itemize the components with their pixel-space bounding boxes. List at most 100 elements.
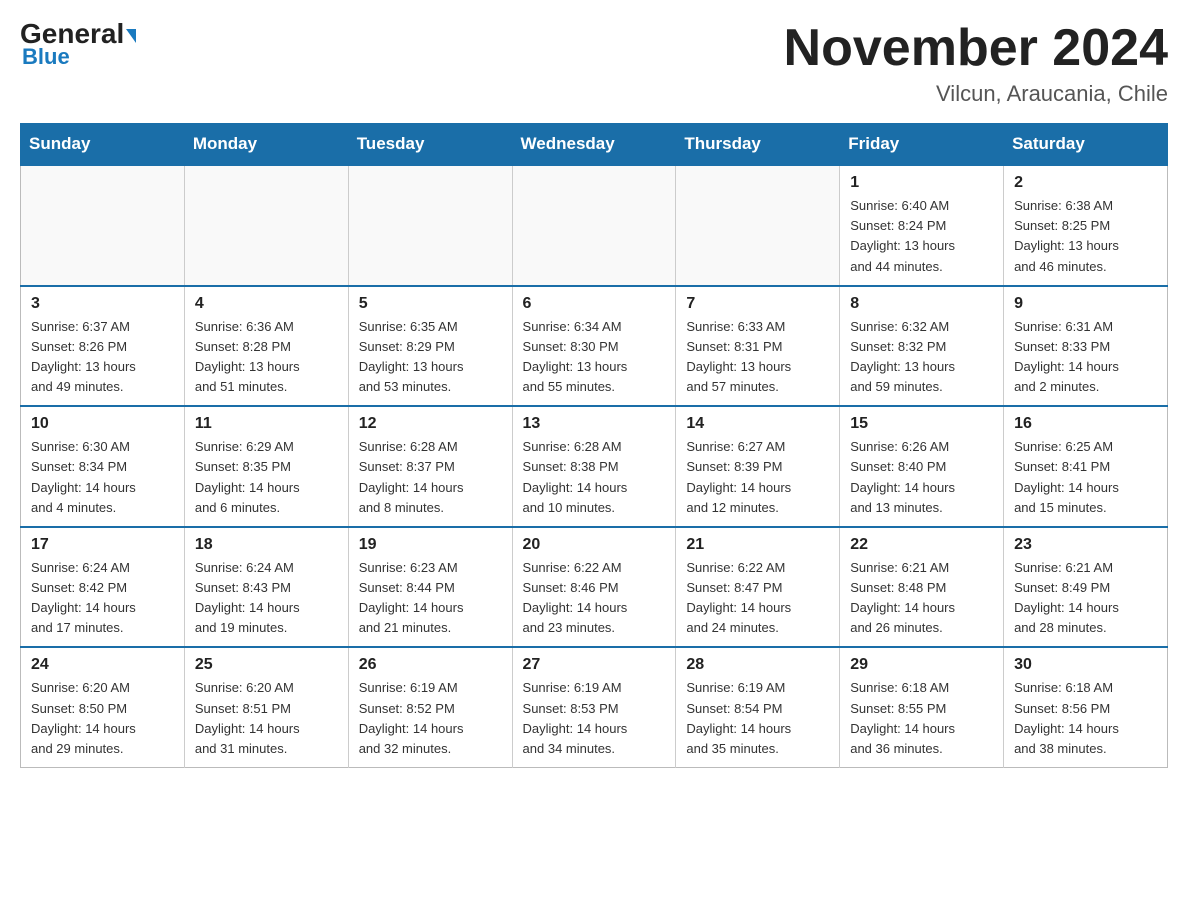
month-title: November 2024 xyxy=(784,20,1168,77)
calendar-cell xyxy=(184,165,348,286)
calendar-cell xyxy=(21,165,185,286)
logo-triangle-icon xyxy=(126,29,136,43)
day-info: Sunrise: 6:24 AM Sunset: 8:42 PM Dayligh… xyxy=(31,558,174,639)
calendar-cell: 13 Sunrise: 6:28 AM Sunset: 8:38 PM Dayli… xyxy=(512,406,676,527)
day-number: 29 xyxy=(850,656,993,674)
day-number: 13 xyxy=(523,415,666,433)
day-info: Sunrise: 6:35 AM Sunset: 8:29 PM Dayligh… xyxy=(359,317,502,398)
calendar-cell: 21 Sunrise: 6:22 AM Sunset: 8:47 PM Dayli… xyxy=(676,527,840,648)
calendar-cell: 25 Sunrise: 6:20 AM Sunset: 8:51 PM Dayli… xyxy=(184,647,348,767)
day-info: Sunrise: 6:33 AM Sunset: 8:31 PM Dayligh… xyxy=(686,317,829,398)
calendar-cell: 29 Sunrise: 6:18 AM Sunset: 8:55 PM Dayli… xyxy=(840,647,1004,767)
day-number: 24 xyxy=(31,656,174,674)
calendar-cell xyxy=(348,165,512,286)
day-info: Sunrise: 6:26 AM Sunset: 8:40 PM Dayligh… xyxy=(850,437,993,518)
day-number: 15 xyxy=(850,415,993,433)
col-header-saturday: Saturday xyxy=(1004,124,1168,166)
day-number: 9 xyxy=(1014,295,1157,313)
calendar-week-5: 24 Sunrise: 6:20 AM Sunset: 8:50 PM Dayli… xyxy=(21,647,1168,767)
day-number: 18 xyxy=(195,536,338,554)
day-number: 25 xyxy=(195,656,338,674)
day-number: 12 xyxy=(359,415,502,433)
day-info: Sunrise: 6:28 AM Sunset: 8:38 PM Dayligh… xyxy=(523,437,666,518)
day-info: Sunrise: 6:20 AM Sunset: 8:51 PM Dayligh… xyxy=(195,678,338,759)
calendar-cell: 27Sunrise: 6:19 AM Sunset: 8:53 PM Dayli… xyxy=(512,647,676,767)
day-info: Sunrise: 6:24 AM Sunset: 8:43 PM Dayligh… xyxy=(195,558,338,639)
calendar-cell: 11 Sunrise: 6:29 AM Sunset: 8:35 PM Dayli… xyxy=(184,406,348,527)
day-number: 8 xyxy=(850,295,993,313)
day-info: Sunrise: 6:31 AM Sunset: 8:33 PM Dayligh… xyxy=(1014,317,1157,398)
calendar-cell: 16 Sunrise: 6:25 AM Sunset: 8:41 PM Dayli… xyxy=(1004,406,1168,527)
day-number: 14 xyxy=(686,415,829,433)
calendar-cell: 12 Sunrise: 6:28 AM Sunset: 8:37 PM Dayli… xyxy=(348,406,512,527)
calendar-cell: 14 Sunrise: 6:27 AM Sunset: 8:39 PM Dayli… xyxy=(676,406,840,527)
calendar-header-row: SundayMondayTuesdayWednesdayThursdayFrid… xyxy=(21,124,1168,166)
calendar-cell xyxy=(676,165,840,286)
day-info: Sunrise: 6:19 AM Sunset: 8:52 PM Dayligh… xyxy=(359,678,502,759)
day-number: 10 xyxy=(31,415,174,433)
calendar-cell: 4Sunrise: 6:36 AM Sunset: 8:28 PM Daylig… xyxy=(184,286,348,407)
calendar-cell: 22 Sunrise: 6:21 AM Sunset: 8:48 PM Dayli… xyxy=(840,527,1004,648)
calendar-table: SundayMondayTuesdayWednesdayThursdayFrid… xyxy=(20,123,1168,768)
day-number: 26 xyxy=(359,656,502,674)
page-header: General Blue November 2024 Vilcun, Arauc… xyxy=(20,20,1168,107)
logo: General Blue xyxy=(20,20,136,70)
day-info: Sunrise: 6:23 AM Sunset: 8:44 PM Dayligh… xyxy=(359,558,502,639)
day-number: 2 xyxy=(1014,174,1157,192)
day-number: 6 xyxy=(523,295,666,313)
day-number: 21 xyxy=(686,536,829,554)
day-info: Sunrise: 6:21 AM Sunset: 8:49 PM Dayligh… xyxy=(1014,558,1157,639)
day-number: 4 xyxy=(195,295,338,313)
calendar-cell: 9 Sunrise: 6:31 AM Sunset: 8:33 PM Daylig… xyxy=(1004,286,1168,407)
day-info: Sunrise: 6:21 AM Sunset: 8:48 PM Dayligh… xyxy=(850,558,993,639)
col-header-wednesday: Wednesday xyxy=(512,124,676,166)
day-number: 23 xyxy=(1014,536,1157,554)
calendar-cell: 5 Sunrise: 6:35 AM Sunset: 8:29 PM Daylig… xyxy=(348,286,512,407)
logo-blue: Blue xyxy=(22,44,70,70)
calendar-cell: 20Sunrise: 6:22 AM Sunset: 8:46 PM Dayli… xyxy=(512,527,676,648)
day-number: 30 xyxy=(1014,656,1157,674)
day-info: Sunrise: 6:30 AM Sunset: 8:34 PM Dayligh… xyxy=(31,437,174,518)
day-info: Sunrise: 6:34 AM Sunset: 8:30 PM Dayligh… xyxy=(523,317,666,398)
day-info: Sunrise: 6:38 AM Sunset: 8:25 PM Dayligh… xyxy=(1014,196,1157,277)
day-number: 19 xyxy=(359,536,502,554)
col-header-thursday: Thursday xyxy=(676,124,840,166)
day-info: Sunrise: 6:37 AM Sunset: 8:26 PM Dayligh… xyxy=(31,317,174,398)
day-info: Sunrise: 6:19 AM Sunset: 8:54 PM Dayligh… xyxy=(686,678,829,759)
calendar-cell: 30 Sunrise: 6:18 AM Sunset: 8:56 PM Dayli… xyxy=(1004,647,1168,767)
day-info: Sunrise: 6:29 AM Sunset: 8:35 PM Dayligh… xyxy=(195,437,338,518)
day-info: Sunrise: 6:28 AM Sunset: 8:37 PM Dayligh… xyxy=(359,437,502,518)
day-info: Sunrise: 6:18 AM Sunset: 8:56 PM Dayligh… xyxy=(1014,678,1157,759)
calendar-week-1: 1Sunrise: 6:40 AM Sunset: 8:24 PM Daylig… xyxy=(21,165,1168,286)
calendar-cell: 28 Sunrise: 6:19 AM Sunset: 8:54 PM Dayli… xyxy=(676,647,840,767)
day-number: 7 xyxy=(686,295,829,313)
col-header-sunday: Sunday xyxy=(21,124,185,166)
day-info: Sunrise: 6:19 AM Sunset: 8:53 PM Dayligh… xyxy=(523,678,666,759)
calendar-cell: 18 Sunrise: 6:24 AM Sunset: 8:43 PM Dayli… xyxy=(184,527,348,648)
calendar-week-3: 10 Sunrise: 6:30 AM Sunset: 8:34 PM Dayli… xyxy=(21,406,1168,527)
calendar-cell: 19 Sunrise: 6:23 AM Sunset: 8:44 PM Dayli… xyxy=(348,527,512,648)
calendar-cell: 7 Sunrise: 6:33 AM Sunset: 8:31 PM Daylig… xyxy=(676,286,840,407)
day-number: 17 xyxy=(31,536,174,554)
day-number: 16 xyxy=(1014,415,1157,433)
calendar-cell xyxy=(512,165,676,286)
location-title: Vilcun, Araucania, Chile xyxy=(784,81,1168,107)
day-info: Sunrise: 6:22 AM Sunset: 8:47 PM Dayligh… xyxy=(686,558,829,639)
day-info: Sunrise: 6:20 AM Sunset: 8:50 PM Dayligh… xyxy=(31,678,174,759)
day-info: Sunrise: 6:25 AM Sunset: 8:41 PM Dayligh… xyxy=(1014,437,1157,518)
day-number: 28 xyxy=(686,656,829,674)
calendar-cell: 23 Sunrise: 6:21 AM Sunset: 8:49 PM Dayli… xyxy=(1004,527,1168,648)
col-header-monday: Monday xyxy=(184,124,348,166)
day-info: Sunrise: 6:27 AM Sunset: 8:39 PM Dayligh… xyxy=(686,437,829,518)
calendar-cell: 6 Sunrise: 6:34 AM Sunset: 8:30 PM Daylig… xyxy=(512,286,676,407)
calendar-cell: 2 Sunrise: 6:38 AM Sunset: 8:25 PM Daylig… xyxy=(1004,165,1168,286)
day-info: Sunrise: 6:18 AM Sunset: 8:55 PM Dayligh… xyxy=(850,678,993,759)
title-area: November 2024 Vilcun, Araucania, Chile xyxy=(784,20,1168,107)
day-number: 5 xyxy=(359,295,502,313)
col-header-tuesday: Tuesday xyxy=(348,124,512,166)
day-number: 11 xyxy=(195,415,338,433)
calendar-cell: 1Sunrise: 6:40 AM Sunset: 8:24 PM Daylig… xyxy=(840,165,1004,286)
calendar-cell: 8Sunrise: 6:32 AM Sunset: 8:32 PM Daylig… xyxy=(840,286,1004,407)
calendar-cell: 3Sunrise: 6:37 AM Sunset: 8:26 PM Daylig… xyxy=(21,286,185,407)
day-number: 22 xyxy=(850,536,993,554)
